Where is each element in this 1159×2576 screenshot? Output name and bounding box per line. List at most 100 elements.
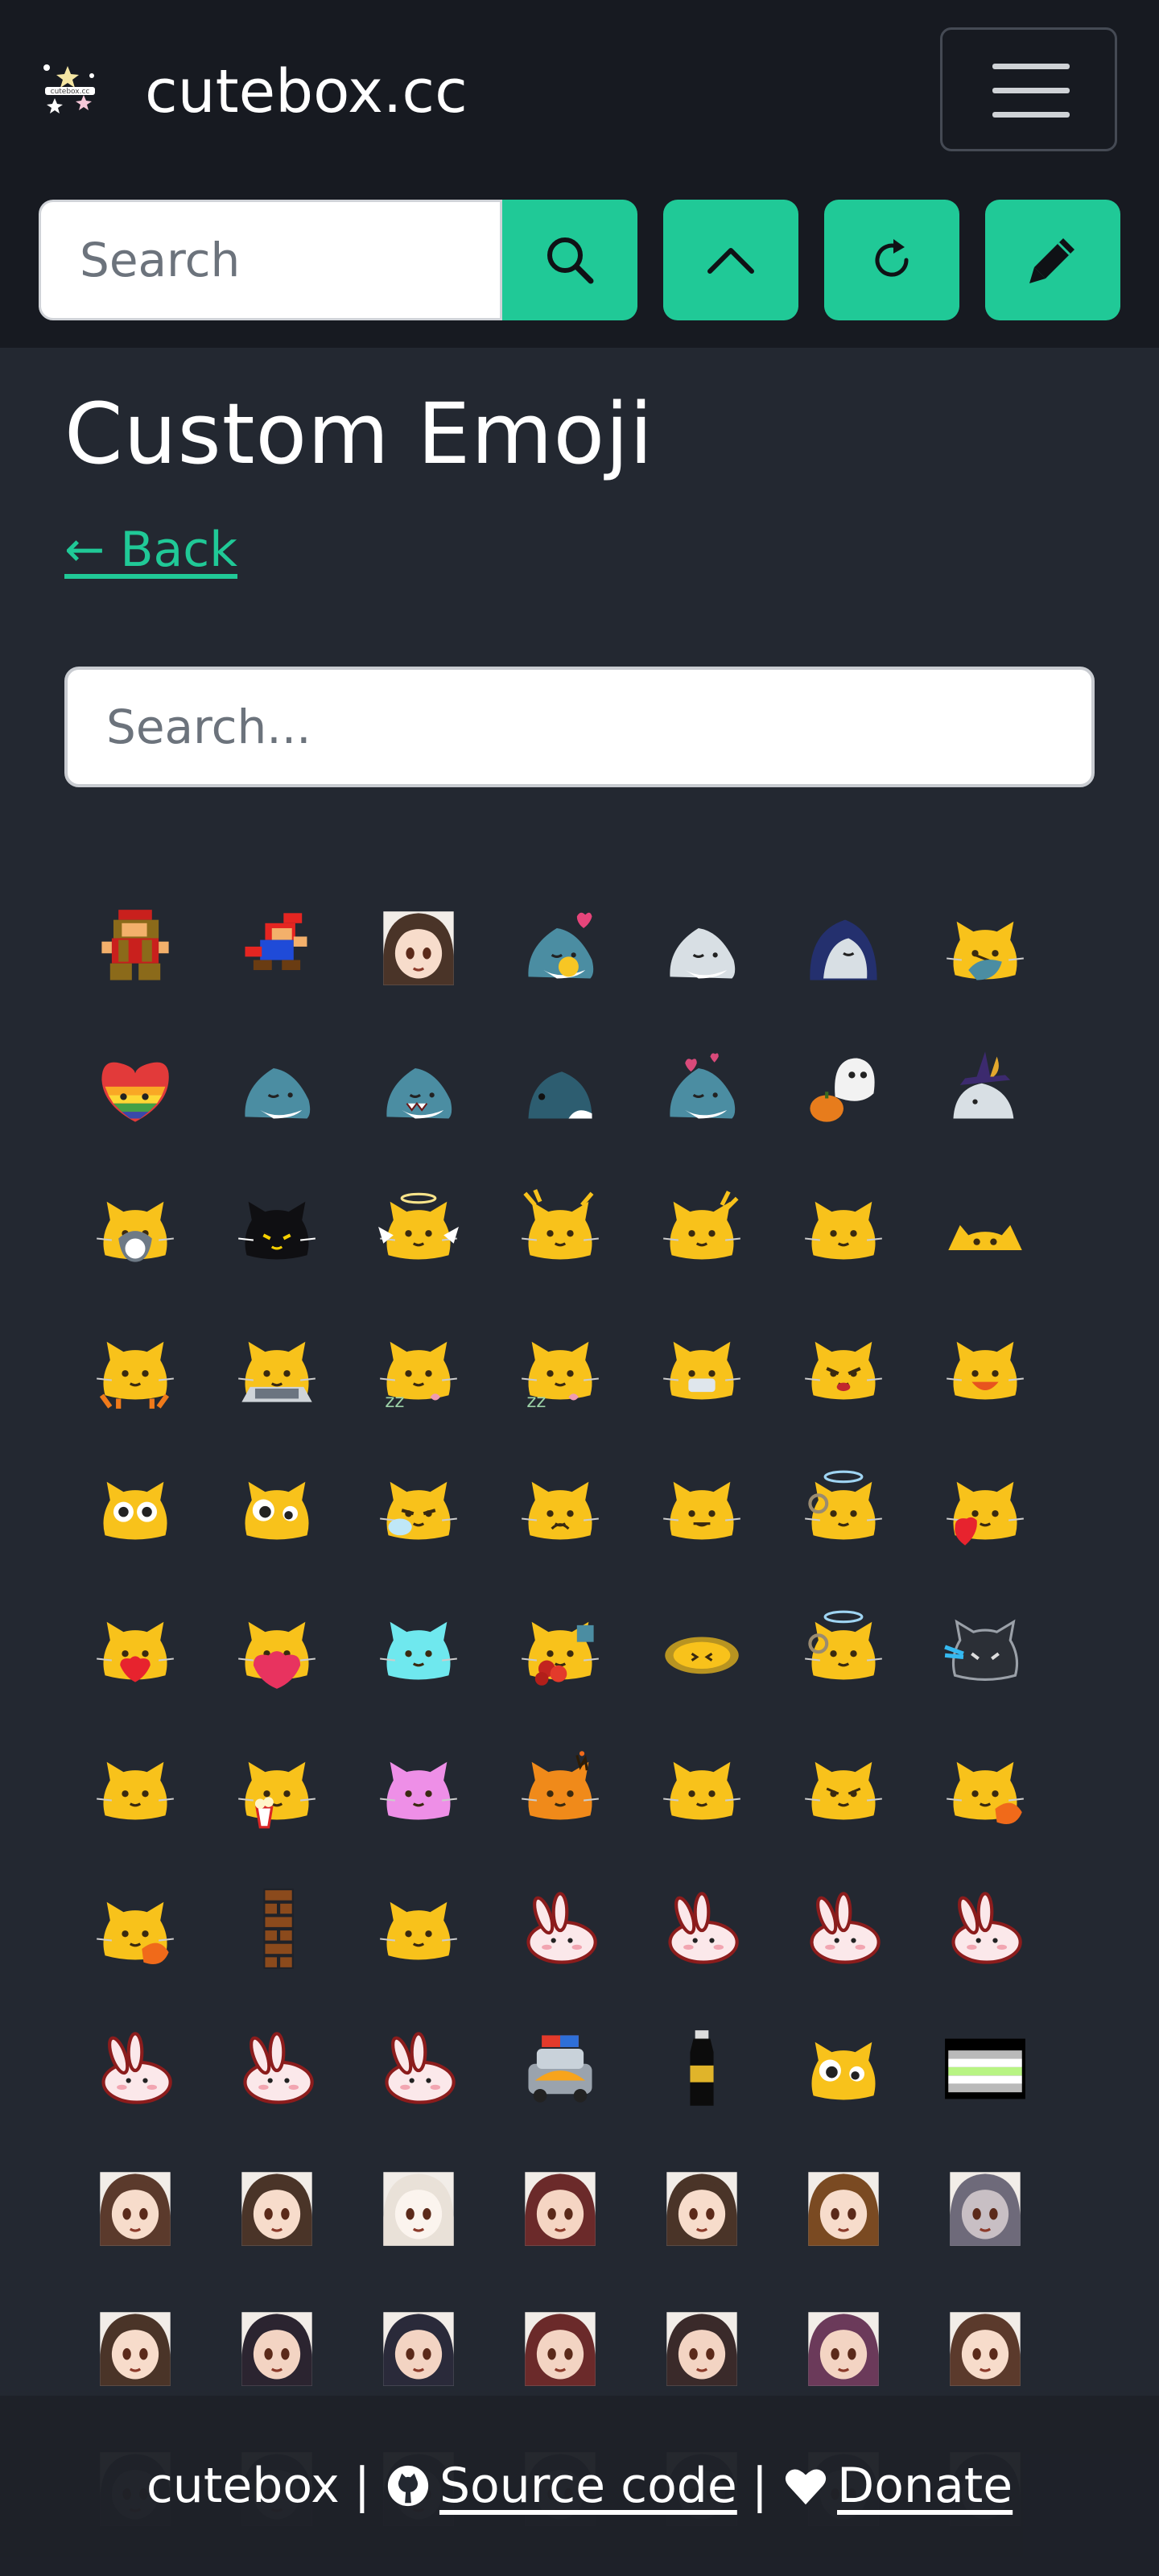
emoji-bunny-blob-cry[interactable] — [660, 1887, 744, 1971]
emoji-blobcat-heart[interactable] — [943, 1467, 1027, 1550]
emoji-shark-blob-side[interactable] — [518, 1046, 602, 1130]
pencil-icon — [1029, 238, 1074, 283]
emoji-blobcat-sad[interactable] — [518, 1467, 602, 1550]
emoji-mario-jump[interactable] — [235, 906, 319, 990]
emoji-blobcat-hug-heart[interactable] — [93, 1607, 177, 1690]
emoji-blobcat-fox[interactable] — [943, 1747, 1027, 1831]
edit-button[interactable] — [985, 200, 1120, 320]
chevron-up-icon — [707, 248, 754, 274]
emoji-blobcat-cyan[interactable] — [377, 1607, 460, 1690]
emoji-blobcat-stare[interactable] — [93, 1467, 177, 1550]
site-search-input[interactable] — [41, 202, 500, 318]
heart-icon — [785, 2469, 827, 2505]
search-button[interactable] — [502, 200, 637, 320]
emoji-bunny-blob[interactable] — [518, 1887, 602, 1971]
emoji-akko-grin[interactable] — [943, 2307, 1027, 2391]
footer: cutebox | Source code | Donate — [0, 2396, 1159, 2576]
emoji-blobcat-mask[interactable] — [660, 1327, 744, 1410]
emoji-shark-blob-teeth[interactable] — [377, 1046, 460, 1130]
emoji-rainbow-heart-blob[interactable] — [93, 1046, 177, 1130]
emoji-akko-shocked[interactable] — [377, 2167, 460, 2251]
page-title: Custom Emoji — [64, 385, 654, 483]
emoji-blobcat-surprised[interactable] — [660, 1187, 744, 1270]
brand-link[interactable]: cutebox.cc cutebox.cc — [39, 52, 468, 132]
emoji-akko-sparkle[interactable] — [235, 2307, 319, 2391]
emoji-shark-blob[interactable] — [235, 1046, 319, 1130]
emoji-blobcat[interactable] — [802, 1187, 885, 1270]
emoji-akko-chibi[interactable] — [802, 2167, 885, 2251]
emoji-flag-agender[interactable] — [943, 2027, 1027, 2111]
emoji-brick-wall[interactable] — [235, 1887, 319, 1971]
emoji-blobcat-googly-2[interactable] — [802, 2027, 885, 2111]
emoji-blobcat-smug[interactable] — [377, 1887, 460, 1971]
emoji-bunny-blob-wave[interactable] — [377, 2027, 460, 2111]
emoji-blobcat-fire[interactable] — [518, 1747, 602, 1831]
emoji-blobcat-content[interactable] — [93, 1747, 177, 1831]
navbar: cutebox.cc cutebox.cc — [0, 0, 1159, 348]
emoji-soda-bottle[interactable] — [660, 2027, 744, 2111]
emoji-search-input[interactable] — [68, 670, 1091, 784]
donate-link[interactable]: Donate — [782, 2458, 1013, 2514]
emoji-police-car[interactable] — [518, 2027, 602, 2111]
emoji-mario-8bit[interactable] — [93, 906, 177, 990]
emoji-blobcat-hug-shark[interactable] — [943, 906, 1027, 990]
emoji-akko-laugh[interactable] — [93, 2307, 177, 2391]
source-code-link[interactable]: Source code — [385, 2458, 737, 2514]
emoji-blobcat-angry[interactable] — [802, 1327, 885, 1410]
emoji-akko-sleep[interactable] — [235, 2167, 319, 2251]
emoji-akko-lying[interactable] — [660, 2307, 744, 2391]
emoji-blobcat-think[interactable] — [660, 1747, 744, 1831]
emoji-bunny-blob-peek[interactable] — [943, 1887, 1027, 1971]
emoji-blobcat-black[interactable] — [235, 1187, 319, 1270]
source-code-label: Source code — [439, 2458, 737, 2514]
emoji-shark-blob-heart[interactable] — [518, 906, 602, 990]
emoji-blobcat-cry[interactable] — [377, 1467, 460, 1550]
emoji-blobcat-exclaim[interactable] — [518, 1187, 602, 1270]
emoji-akko-happy[interactable] — [93, 2167, 177, 2251]
emoji-shark-blob-love[interactable] — [660, 1046, 744, 1130]
emoji-bunny-blob-happy[interactable] — [802, 1887, 885, 1971]
emoji-akko-cry[interactable] — [943, 2167, 1027, 2251]
emoji-blobcat-hug-penguin[interactable] — [93, 1187, 177, 1270]
emoji-akko-blush[interactable] — [802, 2307, 885, 2391]
emoji-blobcat-outline-laugh[interactable] — [943, 1607, 1027, 1690]
back-link[interactable]: ← Back — [64, 522, 237, 578]
refresh-button[interactable] — [824, 200, 959, 320]
emoji-blobcat-neutral[interactable] — [660, 1467, 744, 1550]
emoji-shark-blob-smile[interactable] — [660, 906, 744, 990]
emoji-blobcat-sleep-2[interactable]: zz — [518, 1327, 602, 1410]
emoji-blobcat-fox-2[interactable] — [93, 1887, 177, 1971]
emoji-bunny-blob-2[interactable] — [93, 2027, 177, 2111]
emoji-blobcat-big-heart[interactable] — [235, 1607, 319, 1690]
emoji-bunny-blob-3[interactable] — [235, 2027, 319, 2111]
emoji-akko-wand[interactable] — [377, 2307, 460, 2391]
emoji-blobcat-happy[interactable] — [943, 1327, 1027, 1410]
emoji-blobcat-halo[interactable] — [802, 1467, 885, 1550]
emoji-shark-blob-hooded[interactable] — [802, 906, 885, 990]
hamburger-icon — [992, 88, 1070, 93]
emoji-anime-girl-sad[interactable] — [377, 906, 460, 990]
emoji-blobcat-flop[interactable] — [93, 1327, 177, 1410]
emoji-akko-scared[interactable] — [518, 2167, 602, 2251]
emoji-blobcat-pink[interactable] — [377, 1747, 460, 1831]
refresh-icon — [875, 239, 909, 277]
emoji-akko-cute[interactable] — [660, 2167, 744, 2251]
emoji-blobcat-popcorn[interactable] — [235, 1747, 319, 1831]
emoji-blobcat-halo-2[interactable] — [802, 1607, 885, 1690]
scroll-top-button[interactable] — [663, 200, 798, 320]
emoji-blobcat-peek[interactable] — [943, 1187, 1027, 1270]
emoji-blobcat-flower[interactable] — [518, 1607, 602, 1690]
emoji-ghost-pumpkin[interactable] — [802, 1046, 885, 1130]
emoji-blobcat-googly[interactable] — [235, 1467, 319, 1550]
hamburger-icon — [992, 112, 1070, 118]
emoji-blobcat-grumpy[interactable] — [802, 1747, 885, 1831]
svg-text:zz: zz — [385, 1391, 404, 1410]
emoji-blobcat-sleep[interactable]: zz — [377, 1327, 460, 1410]
emoji-blobcat-blurred[interactable] — [660, 1607, 744, 1690]
emoji-akko-hat[interactable] — [518, 2307, 602, 2391]
emoji-shark-witch-hat[interactable] — [943, 1046, 1027, 1130]
github-icon — [387, 2465, 429, 2507]
menu-toggle-button[interactable] — [940, 27, 1117, 151]
emoji-blobcat-angel[interactable] — [377, 1187, 460, 1270]
emoji-blobcat-laptop[interactable] — [235, 1327, 319, 1410]
